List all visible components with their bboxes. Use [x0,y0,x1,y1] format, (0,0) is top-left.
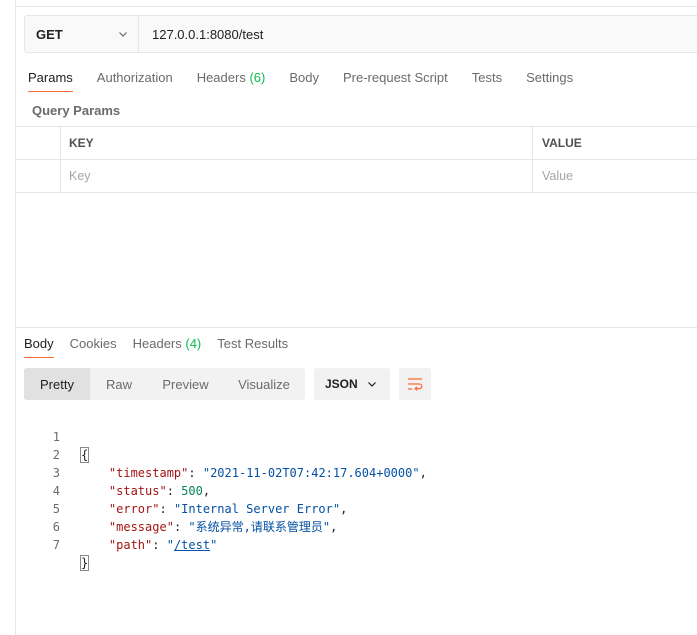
line-number: 7 [52,538,60,552]
row-checkbox-cell [15,160,61,192]
code-text: { [80,446,90,464]
tab-body[interactable]: Body [289,70,319,92]
pane-divider[interactable] [15,327,697,328]
request-tabs: Params Authorization Headers (6) Body Pr… [28,70,597,92]
key-column-header: KEY [61,127,533,159]
tab-authorization[interactable]: Authorization [97,70,173,92]
tab-params[interactable]: Params [28,70,73,92]
tab-label: Pre-request Script [342,70,448,85]
raw-button[interactable]: Raw [90,368,148,400]
json-value: "Internal Server Error" [173,502,341,516]
request-bar: GET 127.0.0.1:8080/test [24,15,697,53]
tab-label: Headers [132,336,182,351]
tab-tests[interactable]: Tests [472,70,502,92]
json-key: "error" [108,502,160,516]
table-header-row: KEY VALUE [15,126,697,159]
format-select[interactable]: JSON [314,368,390,400]
tab-pre-request-script[interactable]: Pre-request Script [343,70,448,92]
response-toolbar: Pretty Raw Preview Visualize JSON [24,368,431,400]
code-line: 3 "status": 500, [24,446,210,498]
code-line: 4 "error": "Internal Server Error", [24,464,348,516]
code-line: 2 "timestamp": "2021-11-02T07:42:17.604+… [24,428,427,480]
code-line: 7 } [24,518,90,571]
checkbox-column [15,127,61,159]
code-line: 5 "message": "系统异常,请联系管理员", [24,482,338,534]
tab-label: Settings [526,70,574,85]
format-label: JSON [325,377,358,391]
tab-headers[interactable]: Headers (6) [197,70,266,92]
response-headers-count-badge: (4) [185,336,202,351]
json-key: "timestamp" [108,466,189,480]
response-tabs: Body Cookies Headers (4) Test Results [24,336,304,358]
wrap-lines-icon [408,378,423,391]
tab-response-headers[interactable]: Headers (4) [133,336,202,358]
tab-test-results[interactable]: Test Results [217,336,288,358]
visualize-button[interactable]: Visualize [223,368,305,400]
code-text: } [80,554,90,572]
code-text: "error": "Internal Server Error", [108,502,348,516]
path-link[interactable]: /test [174,538,210,552]
query-params-table: KEY VALUE Key Value [15,126,697,193]
pretty-button[interactable]: Pretty [24,368,90,400]
tab-label: Authorization [96,70,173,85]
json-key: "status" [108,484,167,498]
json-key: "path" [108,538,153,552]
code-text: "message": "系统异常,请联系管理员", [108,520,338,534]
tab-cookies[interactable]: Cookies [70,336,117,358]
tab-settings[interactable]: Settings [526,70,573,92]
open-brace: { [80,447,90,463]
key-input[interactable]: Key [61,160,533,192]
tab-label: Tests [471,70,503,85]
tab-label: Test Results [217,336,289,351]
json-key: "message" [108,520,174,534]
json-value: 500 [181,484,203,498]
chevron-down-icon [368,382,376,387]
left-panel-border [15,0,16,635]
json-quote: " [166,538,174,552]
tab-response-body[interactable]: Body [24,336,54,358]
method-label: GET [36,26,63,42]
tab-label: Body [289,70,319,85]
code-line: 1 { [24,410,90,463]
top-panel-border [15,6,697,7]
json-value: "2021-11-02T07:42:17.604+0000" [202,466,420,480]
code-text: "timestamp": "2021-11-02T07:42:17.604+00… [108,466,427,480]
headers-count-badge: (6) [249,70,266,85]
code-text: "status": 500, [108,484,211,498]
query-params-title: Query Params [32,103,121,118]
value-input[interactable]: Value [533,160,697,192]
wrap-lines-button[interactable] [399,368,431,400]
tab-label: Headers [196,70,246,85]
table-row: Key Value [15,159,697,193]
url-input[interactable]: 127.0.0.1:8080/test [139,27,263,42]
close-brace: } [80,555,90,571]
tab-label: Body [24,336,54,351]
preview-button[interactable]: Preview [148,368,223,400]
value-column-header: VALUE [542,136,582,150]
chevron-down-icon [119,32,127,37]
code-text: "path": "/test" [108,538,218,552]
tab-label: Cookies [69,336,117,351]
method-select[interactable]: GET [25,16,139,52]
view-mode-selector: Pretty Raw Preview Visualize [24,368,305,400]
code-line: 6 "path": "/test" [24,500,218,552]
response-body-code[interactable]: 1 { 2 "timestamp": "2021-11-02T07:42:17.… [24,410,427,571]
json-value: "系统异常,请联系管理员" [188,520,331,534]
json-quote: " [210,538,218,552]
tab-label: Params [28,70,73,85]
